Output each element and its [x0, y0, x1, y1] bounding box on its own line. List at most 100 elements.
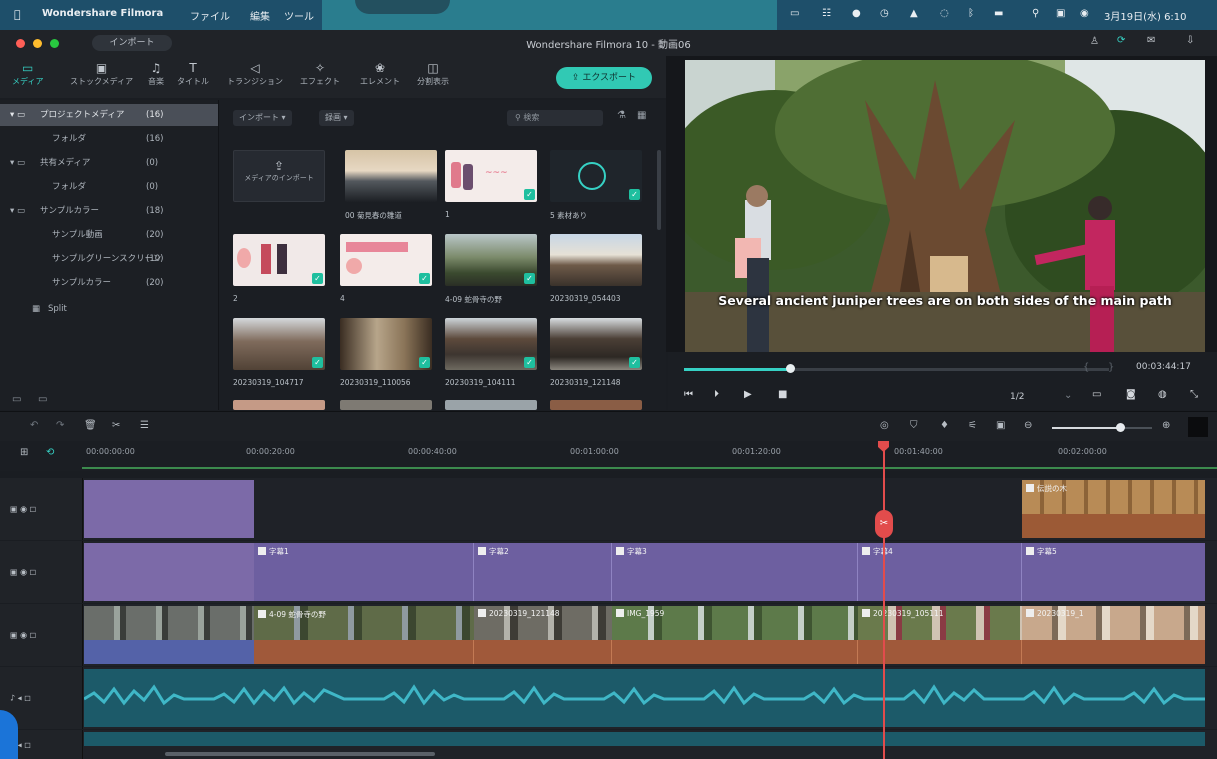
media-thumb[interactable]: ✓ — [340, 234, 432, 286]
audio-clip[interactable] — [84, 669, 1205, 727]
filter-icon[interactable]: ⚗ — [617, 110, 626, 121]
play-back-icon[interactable]: ⏵ — [714, 389, 719, 400]
video-clip[interactable] — [84, 606, 254, 664]
siri-icon[interactable]: ◉ — [1080, 8, 1089, 19]
menu-edit[interactable]: 編集 — [250, 8, 270, 23]
snapshot-icon[interactable]: ◙ — [1126, 389, 1136, 400]
tab-transitions[interactable]: ◁ トランジション — [227, 60, 283, 87]
tab-media[interactable]: ▭ メディア — [12, 60, 43, 87]
grid-view-icon[interactable]: ▦ — [637, 110, 646, 121]
sidebar-item-sample-green-screen[interactable]: サンプルグリーンスクリーン (10) — [0, 248, 218, 270]
media-search-input[interactable]: ⚲ 検索 — [507, 110, 603, 126]
refresh-icon[interactable]: ⟳ — [1117, 35, 1125, 46]
download-icon[interactable]: ⇩ — [1186, 35, 1194, 46]
cut-icon[interactable]: ✂ — [112, 420, 120, 431]
bluetooth-icon[interactable]: ᛒ — [968, 8, 974, 19]
sidebar-item-sample-video[interactable]: サンプル動画 (20) — [0, 224, 218, 246]
sidebar-item-folder[interactable]: フォルダ (16) — [0, 128, 218, 150]
video-clip[interactable]: 20230319_1 — [1022, 606, 1205, 664]
quality-dropdown-icon[interactable]: ⌄ — [1064, 390, 1072, 401]
control-center-icon[interactable]: ▣ — [1056, 8, 1065, 19]
media-record-dropdown[interactable]: 録画 ▾ — [319, 110, 354, 126]
notification-icon[interactable]: ✉ — [1147, 35, 1155, 46]
tab-split-screen[interactable]: ◫ 分割表示 — [417, 60, 449, 87]
add-track-icon[interactable]: ⊞ — [20, 447, 28, 458]
media-thumb[interactable]: ✓ — [550, 318, 642, 370]
playhead-split-icon[interactable]: ✂ — [875, 510, 893, 538]
tab-stock-media[interactable]: ▣ ストックメディア — [70, 60, 133, 87]
sidebar-item-shared-folder[interactable]: フォルダ (0) — [0, 176, 218, 198]
media-thumb[interactable] — [550, 400, 642, 410]
volume-icon[interactable]: ◍ — [1158, 389, 1167, 400]
status-icon-grid[interactable]: ☷ — [822, 8, 831, 19]
status-icon-time-machine[interactable]: ◌ — [940, 8, 949, 19]
sidebar-item-split[interactable]: ▦ Split — [0, 298, 218, 320]
step-back-icon[interactable]: ⏮ — [684, 389, 693, 400]
color-clip[interactable] — [84, 480, 254, 538]
sidebar-item-sample-colors[interactable]: ▾ ▭ サンプルカラー (18) — [0, 200, 218, 222]
title-clip[interactable]: 字幕2 — [474, 543, 612, 601]
menu-tools[interactable]: ツール — [284, 8, 314, 23]
timeline-settings-button[interactable] — [1188, 417, 1208, 437]
media-thumb[interactable] — [340, 400, 432, 410]
media-thumb[interactable] — [550, 234, 642, 286]
mark-in-icon[interactable]: { — [1083, 362, 1089, 373]
new-folder-icon[interactable]: ▭ — [12, 394, 21, 405]
status-icon-display[interactable]: ▭ — [790, 8, 799, 19]
tab-audio[interactable]: ♫ 音楽 — [148, 60, 164, 87]
redo-icon[interactable]: ↷ — [56, 420, 64, 431]
mixer-icon[interactable]: ⚟ — [968, 420, 977, 431]
preview-quality-select[interactable]: 1/2 — [1010, 392, 1024, 402]
title-clip[interactable]: 字幕5 — [1022, 543, 1205, 601]
user-icon[interactable]: ♙ — [1090, 36, 1099, 47]
track-controls[interactable]: ▣ ◉ ◻ — [10, 568, 36, 577]
fullscreen-icon[interactable]: ⤡ — [1190, 389, 1198, 400]
add-folder-icon[interactable]: ▭ — [38, 394, 47, 405]
media-thumb[interactable]: ✓ — [445, 234, 537, 286]
media-thumb[interactable]: ✓ — [233, 318, 325, 370]
track-controls[interactable]: ▣ ◉ ◻ — [10, 505, 36, 514]
tab-elements[interactable]: ❀ エレメント — [360, 60, 400, 87]
media-thumb[interactable]: ~~~ ✓ — [445, 150, 537, 202]
media-thumb[interactable]: ✓ — [233, 234, 325, 286]
track-controls[interactable]: ♪ ◂ ◻ — [10, 694, 31, 703]
adjust-icon[interactable]: ☰ — [140, 420, 149, 431]
video-clip[interactable]: 伝説の木 — [1022, 480, 1205, 538]
render-icon[interactable]: ◎ — [880, 420, 889, 431]
playhead-knob[interactable] — [786, 364, 796, 373]
audio-clip[interactable] — [84, 732, 1205, 746]
zoom-out-icon[interactable]: ⊖ — [1024, 420, 1032, 431]
timeline-horizontal-scrollbar[interactable] — [165, 752, 435, 756]
marker-icon[interactable]: ⛉ — [910, 420, 918, 431]
zoom-in-icon[interactable]: ⊕ — [1162, 420, 1170, 431]
media-thumb[interactable]: ✓ — [445, 318, 537, 370]
menubar-app-name[interactable]: Wondershare Filmora — [42, 8, 163, 19]
export-button[interactable]: ⇪ エクスポート — [556, 67, 652, 89]
timeline-playhead[interactable] — [883, 443, 885, 759]
play-icon[interactable]: ▶ — [744, 389, 752, 400]
snap-icon[interactable]: ⟲ — [46, 447, 54, 458]
title-clip[interactable]: 字幕1 — [254, 543, 474, 601]
color-clip[interactable] — [84, 543, 254, 601]
tab-titles[interactable]: T タイトル — [177, 60, 209, 87]
sidebar-item-project-media[interactable]: ▾ ▭ プロジェクトメディア (16) — [0, 104, 218, 126]
stop-icon[interactable]: ■ — [778, 389, 787, 400]
video-clip[interactable]: 4-09 蛇骨寺の野 — [254, 606, 474, 664]
status-icon-clock[interactable]: ◷ — [880, 8, 889, 19]
status-icon-lock[interactable]: ▲ — [910, 8, 918, 19]
media-import-dropdown[interactable]: インポート ▾ — [233, 110, 292, 126]
video-clip[interactable]: 20230319_121148 — [474, 606, 612, 664]
zoom-slider-knob[interactable] — [1116, 423, 1125, 432]
sidebar-item-shared-media[interactable]: ▾ ▭ 共有メディア (0) — [0, 152, 218, 174]
snapshot-tl-icon[interactable]: ▣ — [996, 420, 1005, 431]
menubar-clock[interactable]: 3月19日(水) 6:10 — [1104, 8, 1187, 23]
media-scrollbar[interactable] — [657, 150, 661, 230]
media-thumb[interactable]: ✓ — [340, 318, 432, 370]
mark-out-icon[interactable]: } — [1108, 362, 1114, 373]
undo-icon[interactable]: ↶ — [30, 420, 38, 431]
video-clip[interactable]: IMG_1959 — [612, 606, 858, 664]
tab-effects[interactable]: ✧ エフェクト — [300, 60, 340, 87]
monitor-icon[interactable]: ▭ — [1092, 389, 1101, 400]
import-media-tile[interactable]: ⇪ メディアのインポート — [233, 150, 325, 202]
battery-icon[interactable]: ▬ — [994, 8, 1003, 19]
